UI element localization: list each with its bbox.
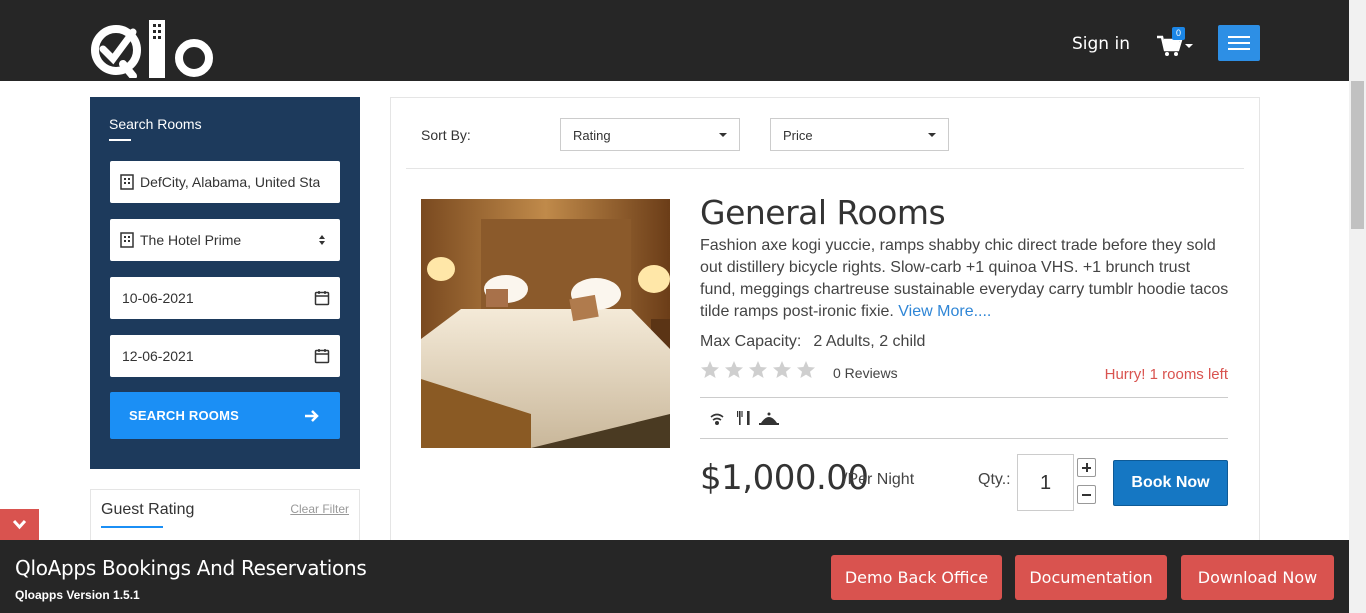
page-scrollbar[interactable] <box>1349 0 1366 613</box>
per-night-label: /Per Night <box>843 471 915 488</box>
room-listing: Sort By: Rating Price General Rooms Fash… <box>390 97 1260 557</box>
qty-label: Qty.: <box>978 471 1011 488</box>
room-title[interactable]: General Rooms <box>700 193 946 232</box>
hotel-value: The Hotel Prime <box>140 232 242 248</box>
divider <box>700 397 1228 398</box>
star-icon <box>701 361 719 378</box>
hotel-select[interactable]: The Hotel Prime <box>110 219 340 261</box>
top-header: Sign in 0 <box>0 0 1366 81</box>
building-icon <box>120 232 134 248</box>
minus-icon <box>1082 494 1091 496</box>
star-icon <box>797 361 815 378</box>
arrow-right-icon <box>305 410 319 422</box>
location-field[interactable]: DefCity, Alabama, United States <box>110 161 340 203</box>
calendar-icon[interactable] <box>314 348 330 364</box>
reviews-count[interactable]: 0 Reviews <box>833 365 898 381</box>
qlo-logo[interactable] <box>89 20 215 78</box>
checkout-date-field[interactable]: 12-06-2021 <box>110 335 340 377</box>
collapse-toggle-button[interactable] <box>0 509 39 540</box>
star-rating <box>701 361 815 378</box>
search-rooms-panel: Search Rooms DefCity, Alabama, United St… <box>90 97 360 469</box>
price-select-value: Price <box>783 128 813 143</box>
star-icon <box>749 361 767 378</box>
scrollbar-thumb[interactable] <box>1351 81 1364 229</box>
title-underline <box>101 526 163 528</box>
capacity-label: Max Capacity: <box>700 333 802 350</box>
max-capacity: Max Capacity: 2 Adults, 2 child <box>700 333 925 351</box>
room-service-icon <box>759 412 779 425</box>
search-button-label: SEARCH ROOMS <box>129 408 240 423</box>
restaurant-icon <box>737 411 750 425</box>
checkin-value: 10-06-2021 <box>122 290 194 306</box>
book-now-button[interactable]: Book Now <box>1113 460 1228 506</box>
capacity-value: 2 Adults, 2 child <box>813 333 926 350</box>
download-now-button[interactable]: Download Now <box>1181 555 1334 600</box>
location-value: DefCity, Alabama, United States <box>140 174 320 190</box>
building-icon <box>120 174 134 190</box>
guest-rating-title: Guest Rating <box>101 501 195 518</box>
documentation-button[interactable]: Documentation <box>1015 555 1167 600</box>
calendar-icon[interactable] <box>314 290 330 306</box>
checkout-value: 12-06-2021 <box>122 348 194 364</box>
search-rooms-button[interactable]: SEARCH ROOMS <box>110 392 340 439</box>
sort-by-label: Sort By: <box>421 127 471 143</box>
search-title: Search Rooms <box>109 116 202 132</box>
hamburger-icon <box>1228 36 1250 38</box>
divider <box>700 438 1228 439</box>
room-image[interactable] <box>421 199 670 448</box>
title-underline <box>109 139 131 141</box>
rating-select-value: Rating <box>573 128 611 143</box>
wifi-icon <box>710 413 724 426</box>
divider <box>406 168 1244 169</box>
quantity-increase-button[interactable] <box>1077 458 1096 477</box>
chevron-down-icon <box>12 519 27 530</box>
footer-title: QloApps Bookings And Reservations <box>15 556 367 580</box>
quantity-input[interactable]: 1 <box>1017 454 1074 511</box>
room-description: Fashion axe kogi yuccie, ramps shabby ch… <box>700 235 1230 323</box>
cart-count-badge: 0 <box>1172 27 1185 40</box>
caret-down-icon <box>719 133 727 137</box>
caret-down-icon <box>928 133 936 137</box>
footer-version: Qloapps Version 1.5.1 <box>15 588 140 602</box>
star-icon <box>773 361 791 378</box>
checkin-date-field[interactable]: 10-06-2021 <box>110 277 340 319</box>
availability-text: Hurry! 1 rooms left <box>1104 366 1228 383</box>
view-more-link[interactable]: View More.... <box>898 303 991 320</box>
sort-arrows-icon <box>319 235 325 245</box>
menu-button[interactable] <box>1218 25 1260 61</box>
sign-in-link[interactable]: Sign in <box>1072 34 1130 54</box>
demo-footer-bar: QloApps Bookings And Reservations Qloapp… <box>0 540 1349 613</box>
star-icon <box>725 361 743 378</box>
room-features <box>710 411 779 426</box>
quantity-value: 1 <box>1039 472 1052 494</box>
quantity-decrease-button[interactable] <box>1077 485 1096 504</box>
sort-price-select[interactable]: Price <box>770 118 949 151</box>
sort-rating-select[interactable]: Rating <box>560 118 740 151</box>
clear-filter-link[interactable]: Clear Filter <box>290 502 349 516</box>
demo-back-office-button[interactable]: Demo Back Office <box>831 555 1002 600</box>
